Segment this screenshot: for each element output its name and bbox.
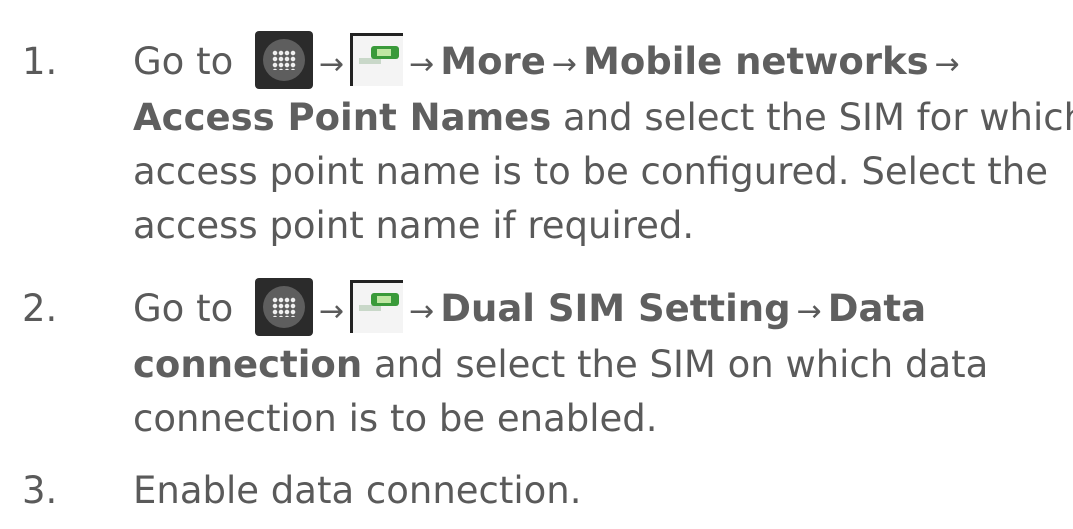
menu-access-point-names: Access Point Names [133,96,552,139]
step-text: Enable data connection. [133,469,582,512]
arrow-icon: → [409,294,435,329]
arrow-icon: → [934,47,960,82]
step-number: 3. [22,469,58,512]
go-to-text: Go to [133,287,234,330]
settings-icon [350,280,404,333]
menu-data-connection: Data [827,287,927,330]
step-number: 2. [22,287,58,330]
step-1-line-3: access point name is to be configured. S… [133,147,1048,197]
apps-launcher-icon [254,278,313,336]
step-2-line-2: connection and select the SIM on which d… [133,340,988,390]
go-to-text: Go to [133,40,234,83]
menu-more: More [440,40,546,83]
arrow-icon: → [318,294,345,329]
step-text: access point name if required. [133,204,695,247]
arrow-icon: → [796,294,822,329]
step-3-line-1: Enable data connection. [133,466,582,516]
arrow-icon: → [551,47,577,82]
arrow-icon: → [318,47,345,82]
step-1-line-4: access point name if required. [133,201,694,251]
step-text: connection is to be enabled. [133,397,658,440]
step-1-line-1: Go to → → More → Mobile networks → [133,31,966,90]
menu-mobile-networks: Mobile networks [583,40,929,83]
step-2-line-1: Go to → → Dual SIM Setting → Data [133,278,927,337]
arrow-icon: → [409,47,435,82]
step-number: 1. [22,40,58,83]
menu-data-connection-cont: connection [133,343,363,386]
menu-dual-sim-setting: Dual SIM Setting [440,287,791,330]
step-text: and select the SIM for which [551,96,1073,139]
settings-icon [350,33,404,86]
apps-launcher-icon [254,31,313,89]
step-text: access point name is to be configured. S… [133,150,1048,193]
step-1-line-2: Access Point Names and select the SIM fo… [133,93,1073,143]
step-2-line-3: connection is to be enabled. [133,394,658,444]
step-text: and select the SIM on which data [362,343,989,386]
